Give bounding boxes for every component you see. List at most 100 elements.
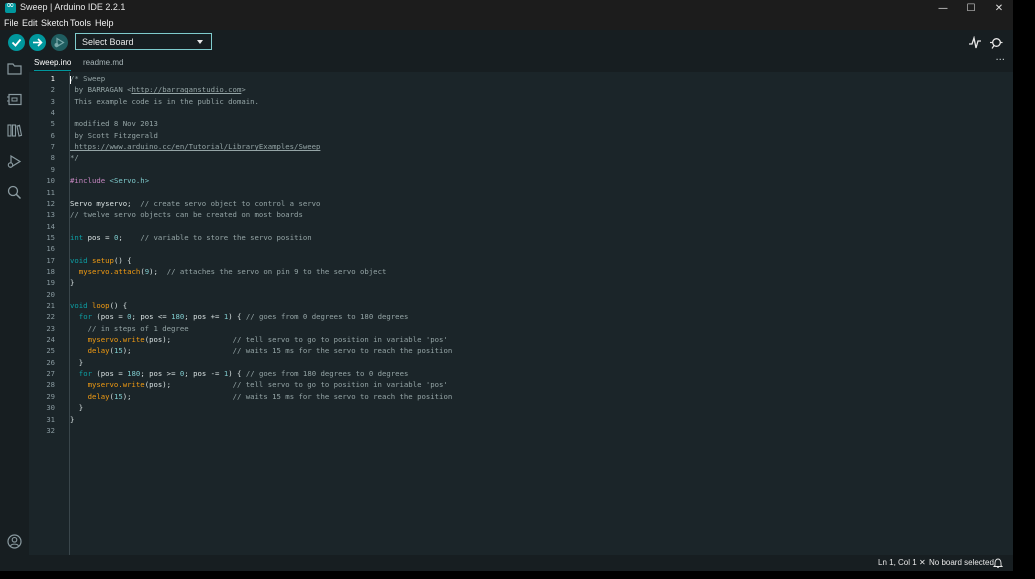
code-editor[interactable]: 1 2 3 4 5 6 7 8 9 10 11 12 13 14 15 16 17 18 19 20 21 22 23 24 2… [29,72,1013,555]
line-number: 30 [46,403,55,413]
line-number: 20 [46,289,55,299]
code-line: myservo.write(pos); // tell servo to go … [70,335,448,344]
debug-button[interactable] [51,34,68,51]
ide-window: Sweep | Arduino IDE 2.2.1 — ☐ ✕ File Edi… [0,0,1013,571]
search-sidebar-button[interactable] [6,184,23,201]
code-token: ) { [228,312,246,322]
code-token: // tell servo to go to position in varia… [232,335,448,345]
code-token: // variable to store the servo position [140,232,312,242]
serial-plotter-button[interactable] [968,35,982,49]
code-line: // twelve servo objects can be created o… [70,210,303,219]
code-line: delay(15); // waits 15 ms for the servo … [70,391,453,401]
code-token: // goes from 0 degrees to 180 degrees [245,312,409,322]
code-line: int pos = 0; // variable to store the se… [70,233,312,242]
library-icon [7,124,23,137]
code-token[interactable]: http://barraganstudio.com [132,85,242,94]
code-token: 15 [113,346,123,356]
arrow-right-icon [33,38,43,47]
tab-readme-md[interactable]: readme.md [83,58,123,67]
code-token: } [70,403,84,413]
code-token: ; pos >= [140,369,180,379]
code-token: void [70,301,88,310]
code-token: ) { [228,369,246,379]
code-token: #include [70,176,110,186]
cursor-position[interactable]: Ln 1, Col 1 [878,558,917,567]
code-token: void [70,255,88,265]
board-status[interactable]: No board selected [929,558,994,567]
text-cursor [70,76,71,84]
code-token: // attaches the servo on pin 9 to the se… [166,266,387,276]
notifications-button[interactable] [992,558,1004,570]
debug-icon [54,37,65,48]
code-token: pos = [83,232,114,242]
line-number: 17 [46,255,55,265]
close-button[interactable]: ✕ [985,0,1013,17]
code-token: // twelve servo objects can be created o… [70,210,303,220]
tab-sweep-ino[interactable]: Sweep.ino [34,58,72,71]
code-token: () { [109,301,128,310]
line-number: 4 [50,108,55,118]
sketchbook-button[interactable] [6,60,23,77]
menu-tools[interactable]: Tools [70,18,91,28]
line-number: 32 [46,425,55,435]
line-number: 12 [46,198,55,208]
code-line: https://www.arduino.cc/en/Tutorial/Libra… [70,142,320,151]
code-token: ); [122,346,233,356]
line-number: 8 [50,153,55,163]
code-line: } [70,278,74,287]
minimize-button[interactable]: — [929,0,957,17]
line-number: 15 [46,232,55,242]
code-token: for [78,312,92,322]
line-number: 10 [46,176,55,186]
code-token: ; [118,232,141,242]
folder-icon [7,63,22,75]
editor-tabs: Sweep.ino readme.md ··· [29,54,1013,72]
boards-manager-button[interactable] [6,91,23,108]
upload-button[interactable] [29,34,46,51]
code-line: modified 8 Nov 2013 [70,119,157,128]
menu-help[interactable]: Help [95,18,114,28]
code-token: ); [122,391,233,401]
line-number: 19 [46,278,55,288]
line-number: 23 [46,323,55,333]
line-number: 29 [46,391,55,401]
code-token: 15 [113,391,123,401]
check-icon [11,38,22,47]
user-icon [7,534,22,549]
code-token: loop [91,301,110,310]
tabs-more-button[interactable]: ··· [995,55,1005,66]
menu-edit[interactable]: Edit [22,18,38,28]
code-line: } [70,415,74,424]
code-line: delay(15); // waits 15 ms for the servo … [70,346,453,356]
line-number: 28 [46,380,55,390]
verify-button[interactable] [8,34,25,51]
code-line: void setup() { [70,256,132,265]
debug-icon [7,154,22,169]
line-number: 16 [46,244,55,254]
code-token: (pos = [91,369,128,379]
code-token: (pos); [144,380,233,390]
library-manager-button[interactable] [6,122,23,139]
code-token: ; pos -= [184,369,224,379]
serial-monitor-button[interactable] [989,35,1003,49]
maximize-button[interactable]: ☐ [957,0,985,17]
board-selector[interactable]: Select Board [75,33,212,50]
profile-button[interactable] [6,533,23,550]
code-token: > [241,85,246,95]
line-number: 25 [46,346,55,356]
code-token: // in steps of 1 degree [70,323,189,333]
title-bar: Sweep | Arduino IDE 2.2.1 — ☐ ✕ [0,0,1013,17]
menu-bar: File Edit Sketch Tools Help [0,17,1013,30]
line-number: 5 [50,119,55,129]
code-token: by Scott Fitzgerald [70,130,158,140]
menu-sketch[interactable]: Sketch [41,18,69,28]
debug-sidebar-button[interactable] [6,153,23,170]
menu-file[interactable]: File [4,18,19,28]
code-line: for (pos = 180; pos >= 0; pos -= 1) { //… [70,369,409,379]
code-token[interactable]: https://www.arduino.cc/en/Tutorial/Libra… [70,142,320,151]
code-token: 180 [127,369,141,379]
code-line: #include <Servo.h> [70,176,149,185]
